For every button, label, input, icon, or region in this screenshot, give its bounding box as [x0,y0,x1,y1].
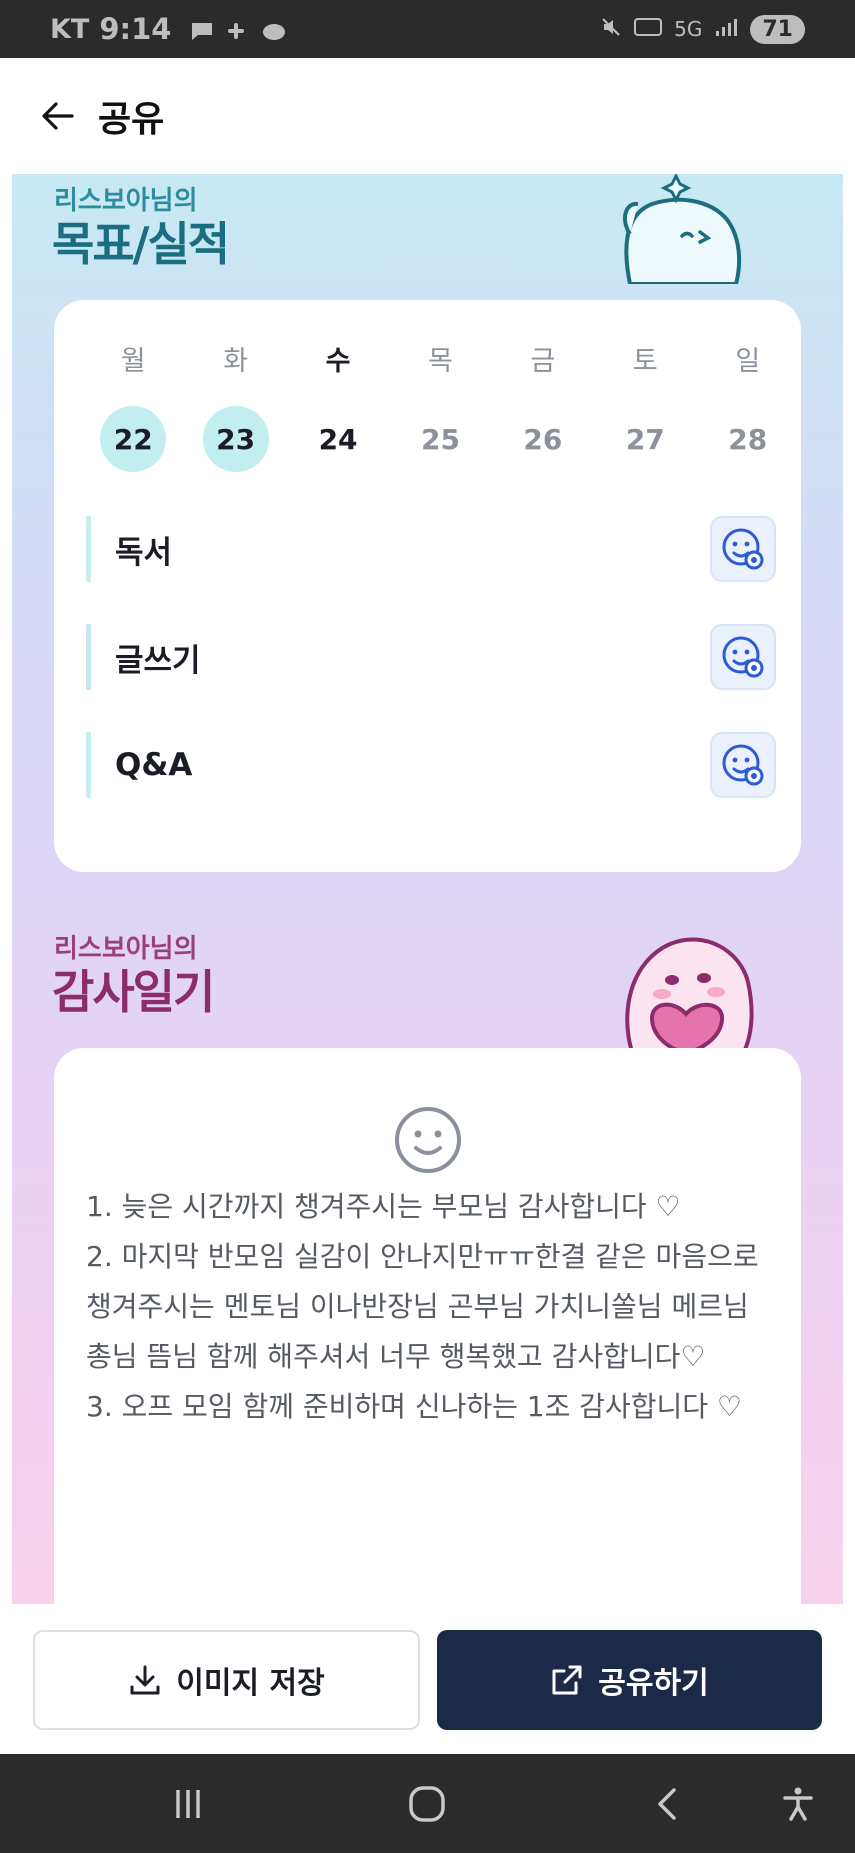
add-emoji-icon [722,528,764,570]
arrow-left-icon [42,102,74,130]
home-button[interactable] [403,1780,451,1828]
signal-icon [714,16,738,43]
date-cell: 24 [287,406,389,472]
page-title: 공유 [98,99,165,140]
goal-item: 독서 [86,516,776,582]
weekday-label: 목 [428,345,453,377]
share-button[interactable]: 공유하기 [437,1630,822,1730]
add-emoji-icon [722,636,764,678]
slack-notification-icon [225,18,251,40]
accessibility-icon [783,1787,813,1821]
goal-indicator-bar [86,624,91,690]
chevron-left-icon [658,1788,676,1820]
share-card: 리스보아님의 목표/실적 월 화 수 목 금 토 일 22 23 24 25 2… [12,174,843,1604]
carrier-label: KT [50,13,90,45]
action-bar: 이미지 저장 공유하기 [0,1604,855,1754]
date-label: 24 [318,422,358,456]
goal-label: 독서 [115,534,173,571]
status-bar: KT 9:14 5G 71 [0,0,855,58]
date-label: 22 [100,406,167,472]
weekday-label: 토 [632,345,658,377]
goal-item: 글쓰기 [86,624,776,690]
download-icon [130,1665,160,1695]
gratitude-panel: 1. 늦은 시간까지 챙겨주시는 부모님 감사합니다 ♡ 2. 마지막 반모임 … [54,1048,801,1604]
goal-label: 글쓰기 [115,642,201,679]
goal-indicator-bar [86,732,91,798]
smile-icon [395,1107,461,1173]
add-emoji-icon [722,744,764,786]
add-reaction-button[interactable] [710,516,776,582]
date-cell: 26 [492,406,594,472]
add-reaction-button[interactable] [710,624,776,690]
add-reaction-button[interactable] [710,732,776,798]
weekday-label: 일 [735,345,761,377]
date-row: 22 23 24 25 26 27 28 [82,406,799,472]
network-label: 5G [674,17,703,41]
chat-notification-icon [189,18,215,40]
mute-icon [600,16,622,43]
clock: 9:14 [99,12,172,46]
gratitude-mascot-illustration [625,937,754,1052]
back-button[interactable] [36,94,80,138]
date-cell: 23 [184,406,286,472]
weekday-label: 금 [530,345,556,377]
gratitude-title: 감사일기 [52,965,215,1019]
save-image-button[interactable]: 이미지 저장 [33,1630,420,1730]
date-cell: 27 [594,406,696,472]
recent-apps-icon [176,1790,200,1818]
weekday-label: 화 [223,345,249,377]
gratitude-journal-text: 1. 늦은 시간까지 챙겨주시는 부모님 감사합니다 ♡ 2. 마지막 반모임 … [86,1190,759,1423]
goals-mascot-illustration [622,174,742,284]
recent-apps-button[interactable] [164,1780,212,1828]
share-label: 공유하기 [598,1666,709,1701]
battery-indicator: 71 [750,14,805,44]
goals-title: 목표/실적 [52,217,230,271]
goal-indicator-bar [86,516,91,582]
app-header: 공유 [0,58,855,174]
hd-icon [634,16,663,43]
external-share-icon [552,1665,582,1695]
weekday-label: 수 [325,345,351,377]
date-cell: 22 [82,406,184,472]
date-label: 23 [202,406,269,472]
save-image-label: 이미지 저장 [176,1666,325,1701]
date-cell: 28 [697,406,799,472]
date-cell: 25 [389,406,491,472]
weekday-label: 월 [120,345,146,377]
goal-label: Q&A [115,747,193,783]
accessibility-button[interactable] [774,1780,822,1828]
date-label: 26 [523,422,563,456]
cloud-notification-icon [261,18,287,40]
back-nav-button[interactable] [644,1780,692,1828]
date-label: 28 [728,422,768,456]
weekday-header: 월 화 수 목 금 토 일 [82,338,799,378]
goal-item: Q&A [86,732,776,798]
system-navigation-bar [0,1754,855,1853]
date-label: 25 [420,422,460,456]
date-label: 27 [625,422,665,456]
goals-panel: 월 화 수 목 금 토 일 22 23 24 25 26 27 28 독서 글쓰… [54,300,801,872]
home-icon [409,1786,445,1822]
